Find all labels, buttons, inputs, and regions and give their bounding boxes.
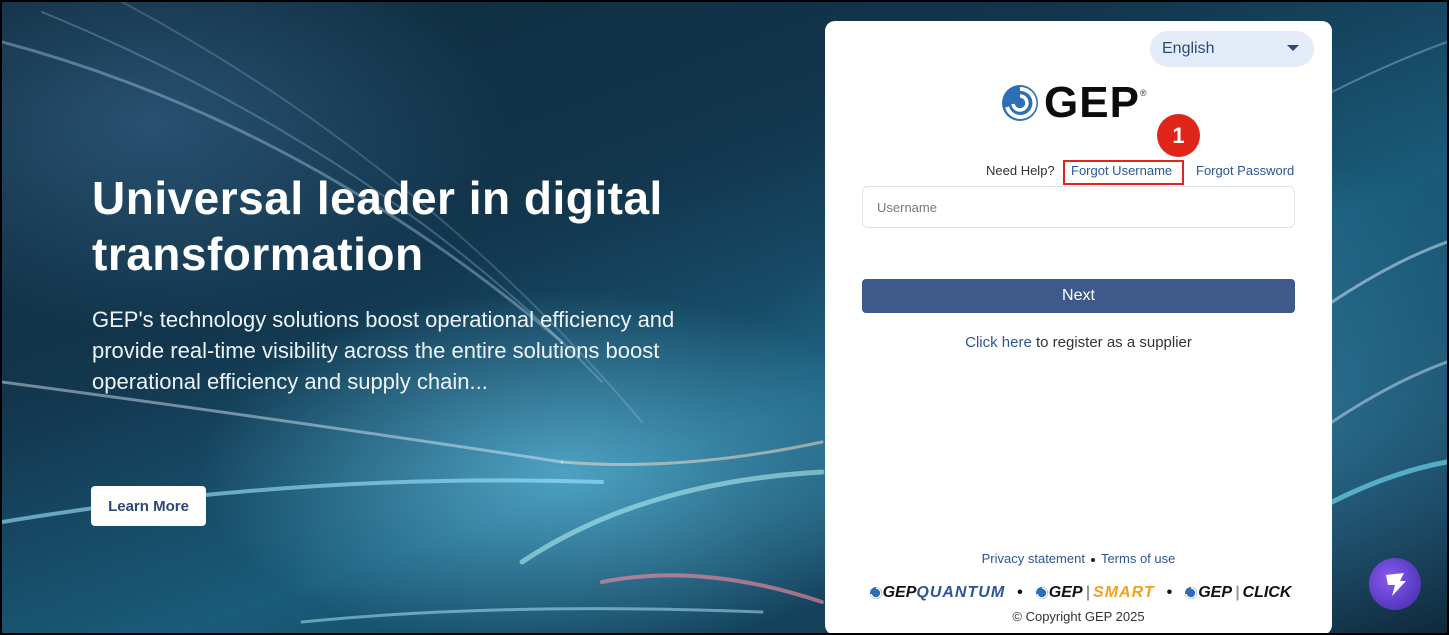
copyright-text: © Copyright GEP 2025 [1012, 609, 1145, 624]
gep-swirl-icon [1002, 85, 1038, 121]
language-select-value: English [1162, 40, 1215, 57]
gep-smart-logo: GEP | SMART [1035, 584, 1155, 602]
help-row: Need Help? Forgot Username Forgot Passwo… [825, 160, 1332, 185]
register-link[interactable]: Click here [965, 334, 1032, 351]
need-help-label: Need Help? [986, 163, 1055, 178]
terms-of-use-link[interactable]: Terms of use [1101, 551, 1175, 566]
username-placeholder: Username [877, 199, 937, 215]
hero-section: Universal leader in digital transformati… [92, 170, 792, 397]
username-input[interactable]: Username [862, 186, 1295, 228]
gep-swirl-icon [1035, 587, 1048, 599]
privacy-statement-link[interactable]: Privacy statement [982, 551, 1085, 566]
footer-separator-dot [1090, 557, 1095, 562]
forgot-username-link[interactable]: Forgot Username [1063, 160, 1185, 185]
gep-logo: GEP ® [1000, 79, 1147, 127]
assistant-icon [1386, 573, 1406, 596]
brand-separator: • [1166, 584, 1173, 601]
assistant-chat-button[interactable] [1369, 558, 1421, 610]
learn-more-button[interactable]: Learn More [91, 486, 206, 526]
gep-logo-text: GEP [1044, 78, 1140, 127]
annotation-badge: 1 [1157, 114, 1200, 157]
hero-description: GEP's technology solutions boost operati… [92, 307, 675, 394]
login-card: English GEP ® 1 Need Help? Forgot Usernam… [825, 21, 1332, 633]
registered-mark: ® [1139, 88, 1147, 98]
footer-links: Privacy statement Terms of use [825, 551, 1332, 566]
hero-title: Universal leader in digital transformati… [92, 172, 663, 280]
register-text: to register as a supplier [1031, 334, 1192, 351]
gep-swirl-icon [1185, 587, 1198, 599]
product-brands: GEP QUANTUM • GEP | SMART • GEP | CLICK [840, 584, 1320, 602]
register-supplier-row: Click here to register as a supplier [825, 334, 1332, 351]
gep-swirl-icon [869, 587, 882, 599]
language-select[interactable]: English [1150, 31, 1314, 67]
chevron-down-icon [1287, 45, 1299, 51]
forgot-password-link[interactable]: Forgot Password [1196, 163, 1294, 178]
screenshot-frame: Universal leader in digital transformati… [0, 0, 1449, 635]
gep-click-logo: GEP | CLICK [1184, 584, 1291, 602]
next-button[interactable]: Next [862, 279, 1295, 313]
gep-quantum-logo: GEP QUANTUM [869, 584, 1006, 602]
brand-separator: • [1017, 584, 1023, 601]
